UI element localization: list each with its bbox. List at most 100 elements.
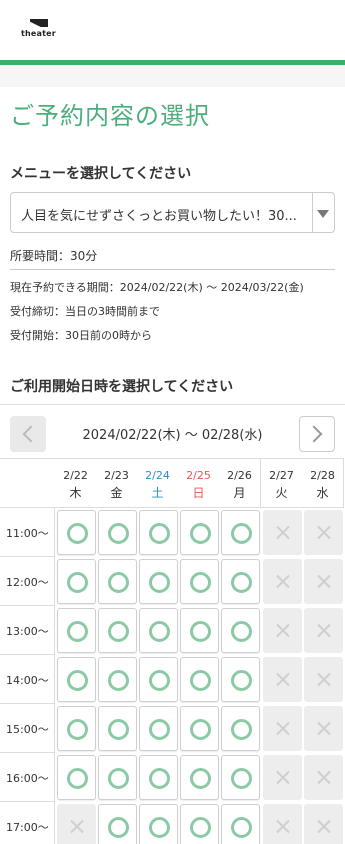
available-slot[interactable] <box>57 608 96 653</box>
available-slot[interactable] <box>221 755 260 800</box>
unavailable-cross-icon <box>317 721 332 736</box>
unavailable-cross-icon <box>317 623 332 638</box>
page-title: ご予約内容の選択 <box>10 102 210 130</box>
day-date: 2/25 <box>186 469 211 482</box>
day-header: 2/24 土 <box>137 458 179 508</box>
available-circle-icon <box>149 719 170 740</box>
available-slot[interactable] <box>180 608 219 653</box>
duration-text: 所要時間：30分 <box>10 249 98 263</box>
available-circle-icon <box>231 523 252 544</box>
available-slot[interactable] <box>180 559 219 604</box>
available-slot[interactable] <box>98 804 137 844</box>
day-header: 2/27 火 <box>261 458 303 508</box>
day-header: 2/22 木 <box>55 458 97 508</box>
day-weekday: 火 <box>275 486 288 500</box>
day-weekday: 金 <box>110 486 123 500</box>
available-circle-icon <box>67 719 88 740</box>
available-slot[interactable] <box>139 804 178 844</box>
available-circle-icon <box>108 621 129 642</box>
available-slot[interactable] <box>221 559 260 604</box>
available-circle-icon <box>190 719 211 740</box>
available-slot[interactable] <box>98 755 137 800</box>
available-slot[interactable] <box>98 559 137 604</box>
available-slot[interactable] <box>57 559 96 604</box>
divider <box>10 269 335 270</box>
available-circle-icon <box>108 768 129 789</box>
available-slot[interactable] <box>57 755 96 800</box>
grid-corner <box>0 458 56 508</box>
available-slot[interactable] <box>221 510 260 555</box>
unavailable-cross-icon <box>276 819 291 834</box>
available-slot[interactable] <box>139 510 178 555</box>
available-slot[interactable] <box>139 608 178 653</box>
available-slot[interactable] <box>180 804 219 844</box>
select-arrow-box[interactable] <box>312 193 334 232</box>
available-slot[interactable] <box>139 657 178 702</box>
available-slot[interactable] <box>221 657 260 702</box>
booking-period: 現在予約できる期間：2024/02/22(木) ～ 2024/03/22(金) <box>10 281 304 294</box>
available-slot[interactable] <box>57 510 96 555</box>
available-slot[interactable] <box>98 510 137 555</box>
unavailable-slot <box>304 706 343 751</box>
available-circle-icon <box>108 572 129 593</box>
day-weekday: 月 <box>233 486 246 500</box>
time-slot-label: 16:00～ <box>0 753 55 802</box>
available-slot[interactable] <box>139 559 178 604</box>
unavailable-cross-icon <box>276 770 291 785</box>
available-circle-icon <box>108 817 129 838</box>
time-slot-label: 13:00～ <box>0 606 55 655</box>
day-date: 2/28 <box>310 469 335 482</box>
available-slot[interactable] <box>221 608 260 653</box>
day-weekday: 水 <box>316 486 329 500</box>
next-week-button[interactable] <box>299 416 335 452</box>
available-circle-icon <box>149 670 170 691</box>
available-slot[interactable] <box>180 706 219 751</box>
day-weekday: 日 <box>192 486 205 500</box>
day-date: 2/22 <box>63 469 88 482</box>
chevron-down-icon <box>317 210 329 218</box>
unavailable-slot <box>304 804 343 844</box>
available-slot[interactable] <box>98 657 137 702</box>
menu-select[interactable]: 人目を気にせずさくっとお買い物したい！30... <box>10 192 335 233</box>
unavailable-cross-icon <box>276 623 291 638</box>
unavailable-cross-icon <box>317 525 332 540</box>
day-weekday: 土 <box>151 486 164 500</box>
theater-logo[interactable]: theater <box>21 19 57 41</box>
available-circle-icon <box>149 572 170 593</box>
booking-deadline: 受付締切：当日の3時間前まで <box>10 305 160 318</box>
header-shadow-band <box>0 65 345 87</box>
available-circle-icon <box>149 523 170 544</box>
available-circle-icon <box>108 719 129 740</box>
available-slot[interactable] <box>180 755 219 800</box>
unavailable-cross-icon <box>276 574 291 589</box>
unavailable-cross-icon <box>317 574 332 589</box>
day-weekday: 木 <box>69 486 82 500</box>
available-slot[interactable] <box>139 706 178 751</box>
day-header: 2/23 金 <box>96 458 138 508</box>
menu-select-value: 人目を気にせずさくっとお買い物したい！30... <box>21 209 297 224</box>
time-slot-label: 11:00～ <box>0 508 55 557</box>
available-circle-icon <box>190 768 211 789</box>
available-circle-icon <box>231 670 252 691</box>
week-navigation: 2024/02/22(木) ～ 02/28(水) <box>0 404 345 458</box>
available-circle-icon <box>190 572 211 593</box>
time-slot-label: 17:00～ <box>0 802 55 844</box>
available-slot[interactable] <box>139 755 178 800</box>
available-circle-icon <box>108 670 129 691</box>
available-slot[interactable] <box>57 657 96 702</box>
available-slot[interactable] <box>57 706 96 751</box>
available-slot[interactable] <box>221 706 260 751</box>
available-slot[interactable] <box>98 608 137 653</box>
time-slot-label: 15:00～ <box>0 704 55 753</box>
day-header: 2/28 水 <box>302 458 344 508</box>
chevron-right-icon <box>305 425 323 443</box>
time-label: 15:00～ <box>6 723 49 736</box>
unavailable-slot <box>263 608 302 653</box>
available-circle-icon <box>67 523 88 544</box>
available-slot[interactable] <box>98 706 137 751</box>
day-date: 2/24 <box>145 469 170 482</box>
available-slot[interactable] <box>180 657 219 702</box>
available-slot[interactable] <box>180 510 219 555</box>
unavailable-cross-icon <box>70 819 85 834</box>
available-slot[interactable] <box>221 804 260 844</box>
